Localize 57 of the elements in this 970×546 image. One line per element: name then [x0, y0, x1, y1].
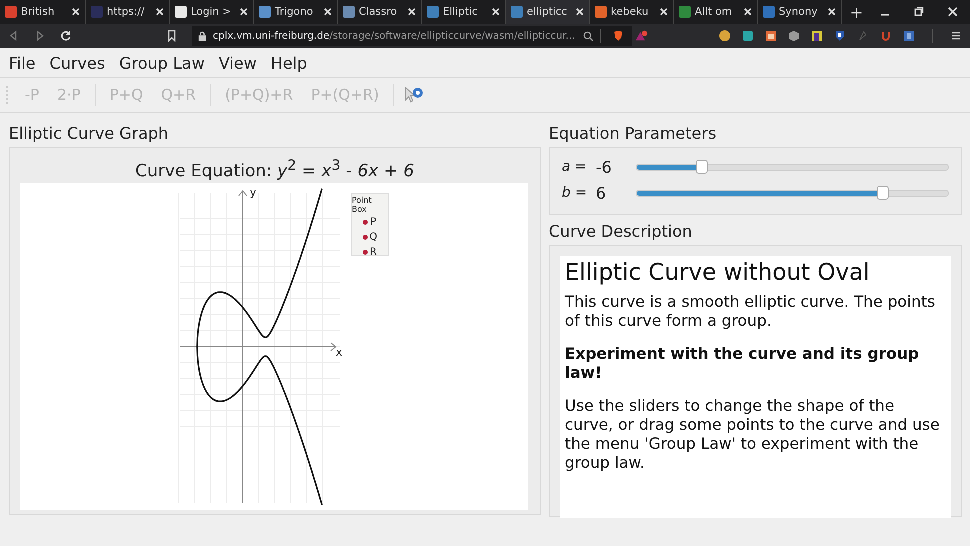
parameter-value: 6 — [596, 184, 608, 202]
new-tab-button[interactable]: + — [842, 2, 872, 22]
section-title: Elliptic Curve Graph — [9, 123, 170, 145]
cube-icon[interactable] — [788, 30, 800, 42]
slider-handle[interactable] — [877, 186, 890, 200]
close-icon[interactable] — [408, 8, 416, 16]
point-item[interactable]: Q — [362, 230, 378, 245]
menu-item[interactable]: View — [218, 54, 257, 73]
extension-icon[interactable] — [765, 30, 777, 42]
description-heading: Elliptic Curve without Oval — [565, 260, 871, 286]
extension-icon[interactable] — [811, 30, 823, 42]
section-title: Equation Parameters — [549, 123, 718, 145]
menu-item[interactable]: Group Law — [119, 54, 205, 73]
slider-handle[interactable] — [696, 160, 708, 174]
extension-icon[interactable] — [903, 30, 915, 42]
url-host: cplx.vm.uni-freiburg.de — [213, 30, 330, 42]
shield-icon[interactable] — [834, 30, 846, 42]
zoom-icon[interactable] — [583, 30, 594, 42]
whats-this-icon[interactable] — [404, 87, 424, 103]
menu-item[interactable]: Help — [270, 54, 308, 73]
menu-icon[interactable] — [950, 30, 962, 42]
section-title: Curve Description — [549, 221, 694, 243]
bookmark-icon[interactable] — [166, 30, 178, 42]
close-icon[interactable] — [156, 8, 164, 16]
close-icon[interactable] — [240, 8, 248, 16]
menu-item[interactable]: Curves — [50, 54, 106, 73]
url-path: /storage/software/ellipticcurve/wasm/ellipticcur... — [330, 30, 576, 42]
close-icon[interactable] — [744, 8, 752, 16]
description-paragraph: Use the sliders to change the shape of the curve, or drag some points to the curve and use the menu 'Group Law' to experiment with the group law. — [565, 397, 941, 473]
slider[interactable] — [636, 186, 949, 200]
parameter-label: a = — [562, 159, 588, 175]
close-icon[interactable] — [948, 7, 958, 17]
lock-icon — [198, 30, 207, 42]
close-icon[interactable] — [828, 8, 836, 16]
point-item[interactable]: R — [363, 245, 377, 260]
reload-icon[interactable] — [60, 30, 72, 42]
curve-equation: Curve Equation: y$^{2}$ = x$^{3}$ - 6x + 6 — [134, 157, 416, 183]
point-item[interactable]: P — [363, 215, 377, 230]
close-icon[interactable] — [324, 8, 332, 16]
extension-icon[interactable] — [742, 30, 754, 42]
close-icon[interactable] — [492, 8, 500, 16]
close-icon[interactable] — [576, 8, 584, 16]
extension-icon[interactable] — [719, 30, 731, 42]
parameter-value: -6 — [596, 158, 613, 176]
description-paragraph: Experiment with the curve and its group law! — [565, 345, 920, 383]
menu-item[interactable]: File — [9, 54, 36, 73]
description-paragraph: This curve is a smooth elliptic curve. The points of this curve form a group. — [565, 293, 936, 331]
axis-label: y — [250, 186, 257, 199]
point-box-title: Point Box — [352, 196, 373, 214]
axis-label: x — [336, 346, 343, 359]
close-icon[interactable] — [660, 8, 668, 16]
triangle-icon[interactable] — [635, 30, 648, 42]
browser-tab[interactable]: ellipticc — [506, 0, 590, 24]
restore-icon[interactable] — [914, 7, 924, 17]
slider[interactable] — [636, 160, 949, 174]
parameter-label: b = — [562, 185, 588, 201]
close-icon[interactable] — [72, 8, 80, 16]
